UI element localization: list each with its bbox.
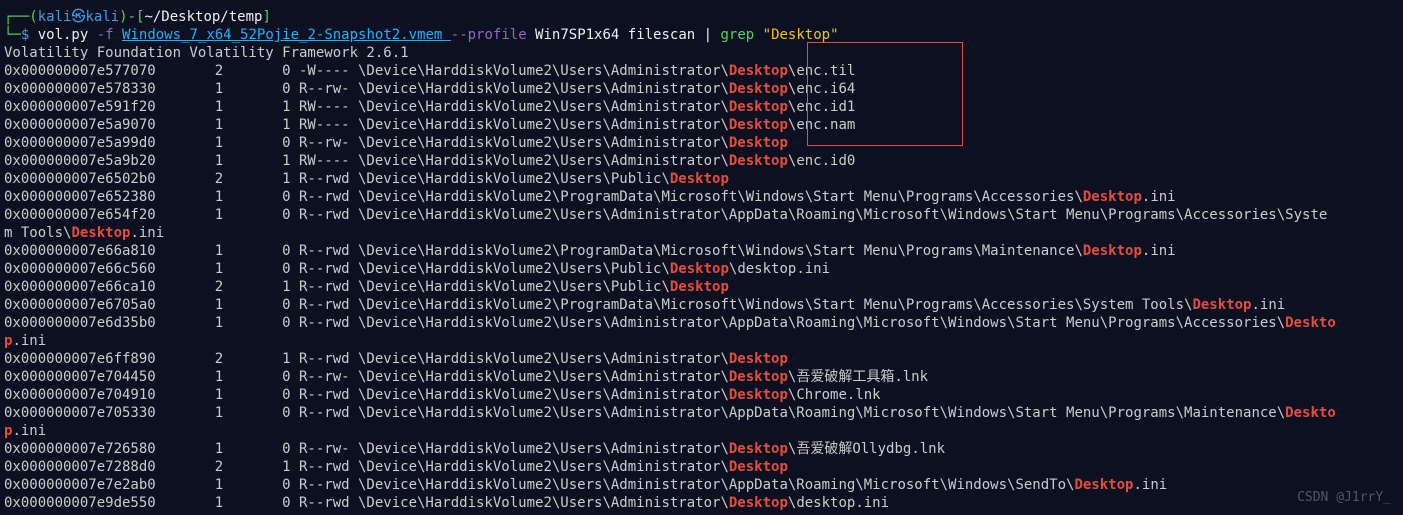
table-row: 0x000000007e6ff890 2 1 R--rwd \Device\Ha… <box>4 350 1399 368</box>
table-row: 0x000000007e591f20 1 1 RW---- \Device\Ha… <box>4 98 1399 116</box>
header-line: Volatility Foundation Volatility Framewo… <box>4 44 1399 62</box>
table-row: 0x000000007e7e2ab0 1 0 R--rwd \Device\Ha… <box>4 476 1399 494</box>
table-row: 0x000000007e6502b0 2 1 R--rwd \Device\Ha… <box>4 170 1399 188</box>
prompt-line-1: ┌──(kali㉿kali)-[~/Desktop/temp] <box>4 8 1399 26</box>
table-row: p.ini <box>4 332 1399 350</box>
table-row: 0x000000007e704910 1 0 R--rwd \Device\Ha… <box>4 386 1399 404</box>
table-row: 0x000000007e577070 2 0 -W---- \Device\Ha… <box>4 62 1399 80</box>
table-row: 0x000000007e5a9b20 1 1 RW---- \Device\Ha… <box>4 152 1399 170</box>
table-row: 0x000000007e5a9070 1 1 RW---- \Device\Ha… <box>4 116 1399 134</box>
prompt-line-2[interactable]: └─$ vol.py -f Windows_7_x64_52Pojie_2-Sn… <box>4 26 1399 44</box>
filescan-output: 0x000000007e577070 2 0 -W---- \Device\Ha… <box>4 62 1399 512</box>
table-row: 0x000000007e654f20 1 0 R--rwd \Device\Ha… <box>4 206 1399 224</box>
watermark: CSDN @J1rrY_ <box>1297 489 1391 507</box>
table-row: 0x000000007e5a99d0 1 0 R--rw- \Device\Ha… <box>4 134 1399 152</box>
table-row: 0x000000007e6705a0 1 0 R--rwd \Device\Ha… <box>4 296 1399 314</box>
table-row: 0x000000007e704450 1 0 R--rw- \Device\Ha… <box>4 368 1399 386</box>
table-row: 0x000000007e9de550 1 0 R--rwd \Device\Ha… <box>4 494 1399 512</box>
table-row: 0x000000007e66a810 1 0 R--rwd \Device\Ha… <box>4 242 1399 260</box>
table-row: 0x000000007e66c560 1 0 R--rwd \Device\Ha… <box>4 260 1399 278</box>
table-row: m Tools\Desktop.ini <box>4 224 1399 242</box>
table-row: 0x000000007e66ca10 2 1 R--rwd \Device\Ha… <box>4 278 1399 296</box>
table-row: 0x000000007e6d35b0 1 0 R--rwd \Device\Ha… <box>4 314 1399 332</box>
table-row: 0x000000007e7288d0 2 1 R--rwd \Device\Ha… <box>4 458 1399 476</box>
table-row: 0x000000007e705330 1 0 R--rwd \Device\Ha… <box>4 404 1399 422</box>
table-row: 0x000000007e652380 1 0 R--rwd \Device\Ha… <box>4 188 1399 206</box>
table-row: 0x000000007e578330 1 0 R--rw- \Device\Ha… <box>4 80 1399 98</box>
table-row: p.ini <box>4 422 1399 440</box>
table-row: 0x000000007e726580 1 0 R--rw- \Device\Ha… <box>4 440 1399 458</box>
